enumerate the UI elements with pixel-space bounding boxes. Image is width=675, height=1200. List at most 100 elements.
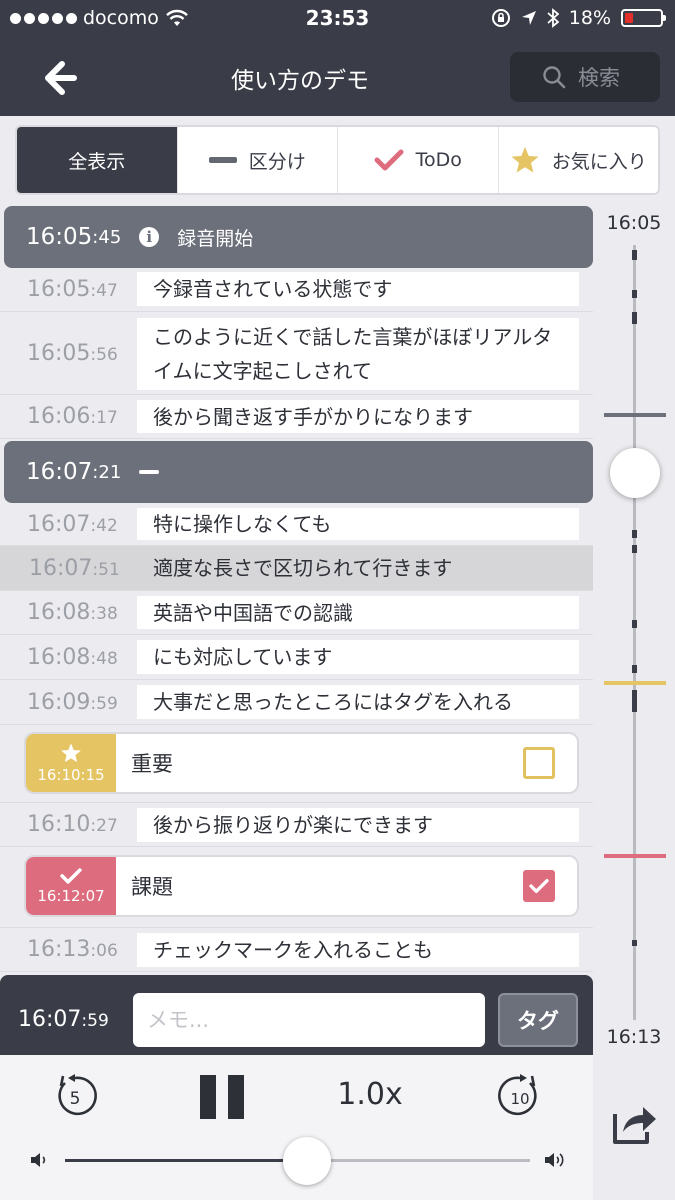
list-item[interactable]: 16:10:27 後から振り返りが楽にできます — [0, 802, 593, 847]
rewind-5-icon[interactable]: 5 — [52, 1073, 98, 1119]
search-icon — [543, 66, 566, 89]
forward-10-icon[interactable]: 10 — [497, 1073, 543, 1119]
list-item[interactable]: 16:08:38 英語や中国語での認識 — [0, 591, 593, 635]
section-time: 16:07 — [26, 459, 93, 485]
item-time: 16:05:47 — [27, 276, 118, 302]
bluetooth-icon — [547, 8, 559, 28]
section-label: 録音開始 — [177, 227, 254, 250]
tag-button[interactable]: タグ — [498, 993, 578, 1047]
memo-input[interactable] — [133, 993, 485, 1047]
timeline-tick — [632, 545, 637, 553]
timeline-tick — [632, 665, 637, 673]
tag-badge: 16:12:07 — [26, 857, 116, 915]
battery-percent: 18% — [568, 7, 611, 29]
progress-thumb[interactable] — [282, 1137, 331, 1185]
tab-sections[interactable]: 区分け — [178, 127, 338, 193]
tag-label: 重要 — [131, 752, 173, 776]
location-icon — [521, 11, 536, 25]
list-item[interactable]: 16:08:48 にも対応しています — [0, 635, 593, 680]
item-time: 16:09:59 — [27, 689, 118, 715]
tab-show-all[interactable]: 全表示 — [17, 127, 178, 193]
item-time: 16:08:48 — [27, 644, 118, 670]
audio-player: 5 1.0x 10 — [0, 1055, 593, 1200]
item-text: 今録音されている状態です — [137, 272, 579, 306]
list-item[interactable]: 16:06:17 後から聞き返す手がかりになります — [0, 395, 593, 439]
playback-speed[interactable]: 1.0x — [300, 1077, 440, 1112]
timeline-end: 16:13 — [606, 1026, 662, 1048]
list-item-active[interactable]: 16:07:51 適度な長さで区切られて行きます — [0, 546, 593, 591]
todo-checkbox[interactable] — [523, 747, 555, 779]
timeline-todo-marker — [604, 854, 666, 858]
item-time: 16:07:51 — [29, 555, 120, 581]
star-icon — [61, 743, 81, 763]
side-panel — [593, 1060, 675, 1200]
nav-bar: 使い方のデモ 検索 — [0, 36, 675, 116]
forward-seconds: 10 — [510, 1090, 529, 1108]
section-header[interactable]: 16:07:21 — [4, 441, 593, 503]
item-text: 後から聞き返す手がかりになります — [137, 400, 579, 433]
tag-label: 課題 — [131, 875, 173, 899]
item-time: 16:08:38 — [27, 600, 118, 625]
tag-card-todo[interactable]: 16:12:07 課題 — [24, 855, 579, 917]
info-icon: i — [139, 227, 160, 247]
tag-badge: 16:10:15 — [26, 734, 116, 792]
section-time-seconds: :45 — [92, 226, 122, 248]
tag-time: 16:12:07 — [37, 887, 105, 905]
rotation-lock-icon — [491, 9, 510, 27]
dash-icon — [208, 157, 237, 163]
item-time: 16:07:42 — [27, 512, 118, 537]
memo-bar: 16:07:59 タグ — [0, 975, 593, 1055]
check-icon — [529, 879, 549, 893]
search-placeholder: 検索 — [578, 66, 620, 90]
item-text: にも対応しています — [137, 640, 579, 674]
timeline-tick — [632, 620, 637, 628]
timeline-favorite-marker — [604, 681, 666, 685]
timeline-tick — [632, 250, 637, 260]
status-bar: docomo 23:53 18% — [0, 0, 675, 36]
list-item[interactable]: 16:13:06 チェックマークを入れることも — [0, 927, 593, 972]
tag-card-favorite[interactable]: 16:10:15 重要 — [24, 732, 579, 794]
search-button[interactable]: 検索 — [510, 52, 660, 102]
todo-checkbox-checked[interactable] — [523, 870, 555, 902]
section-header[interactable]: 16:05:45 i 録音開始 — [4, 206, 593, 268]
tag-time: 16:10:15 — [37, 766, 105, 784]
item-text: 特に操作しなくても — [137, 508, 579, 540]
item-text: チェックマークを入れることも — [137, 933, 579, 967]
timeline-thumb[interactable] — [610, 448, 660, 498]
pause-icon — [200, 1075, 216, 1119]
share-icon[interactable] — [609, 1100, 659, 1148]
list-item[interactable]: 16:05:47 今録音されている状態です — [0, 267, 593, 312]
timeline-tick — [632, 312, 637, 324]
volume-low-icon — [31, 1153, 46, 1167]
timeline-tick — [632, 290, 637, 298]
item-time: 16:06:17 — [27, 404, 118, 429]
progress-fill — [65, 1159, 307, 1162]
tab-todo[interactable]: ToDo — [338, 127, 499, 193]
transcript-list[interactable]: 16:05:45 i 録音開始 16:05:47 今録音されている状態です 16… — [0, 205, 593, 975]
item-text: このように近くで話した言葉がほぼリアルタイムに文字起こしされて — [137, 318, 579, 390]
tab-label: お気に入り — [551, 150, 647, 173]
battery-icon — [621, 9, 666, 27]
dash-icon — [139, 470, 160, 474]
section-time-seconds: :21 — [92, 461, 122, 483]
section-time: 16:05 — [26, 224, 93, 250]
list-item[interactable]: 16:07:42 特に操作しなくても — [0, 504, 593, 546]
timeline-section-marker — [604, 413, 666, 417]
item-text: 適度な長さで区切られて行きます — [153, 556, 453, 580]
item-text: 大事だと思ったところにはタグを入れる — [137, 685, 579, 719]
tab-favorites[interactable]: お気に入り — [499, 127, 659, 193]
item-text: 英語や中国語での認識 — [137, 596, 579, 629]
timeline-tick — [632, 940, 637, 946]
check-icon — [60, 868, 82, 884]
rewind-seconds: 5 — [70, 1089, 81, 1109]
list-item[interactable]: 16:05:56 このように近くで話した言葉がほぼリアルタイムに文字起こしされて — [0, 312, 593, 395]
volume-high-icon — [545, 1153, 564, 1167]
timeline-tick — [632, 690, 637, 712]
item-time: 16:13:06 — [27, 937, 118, 962]
item-time: 16:10:27 — [27, 812, 118, 837]
pause-button[interactable] — [200, 1075, 244, 1119]
tab-label: 区分け — [248, 150, 306, 173]
timeline-start: 16:05 — [606, 212, 662, 234]
timeline-track[interactable] — [633, 245, 636, 1020]
list-item[interactable]: 16:09:59 大事だと思ったところにはタグを入れる — [0, 680, 593, 725]
